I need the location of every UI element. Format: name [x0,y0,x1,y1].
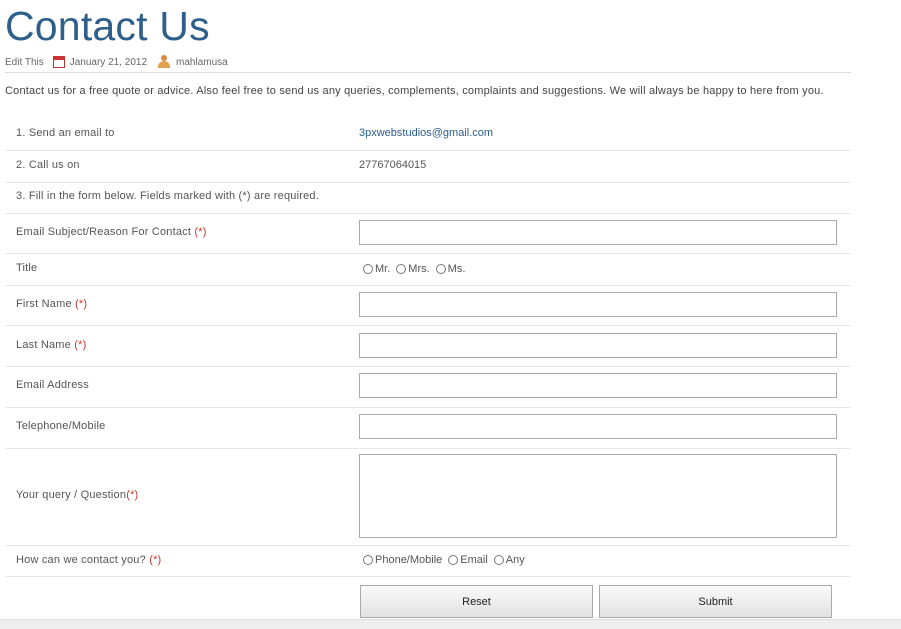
form-note-row: 3. Fill in the form below. Fields marked… [5,183,851,214]
phone-number: 27767064015 [359,159,427,171]
required-marker: (*) [75,298,88,310]
radio-icon[interactable] [493,555,504,565]
query-textarea[interactable] [359,454,837,538]
post-author[interactable]: mahlamusa [176,57,228,68]
query-label: Your query / Question(*) [16,489,138,501]
required-marker: (*) [194,226,207,238]
contact-method-label-text: How can we contact you? [16,554,150,566]
title-option-label: Mr. [375,263,391,275]
query-row: Your query / Question(*) [5,449,851,546]
contact-option-any[interactable]: Any [493,554,525,566]
submit-button[interactable]: Submit [599,585,832,618]
user-icon [157,55,171,69]
subject-label-text: Email Subject/Reason For Contact [16,226,195,238]
reset-button[interactable]: Reset [360,585,593,618]
email-link[interactable]: 3pxwebstudios@gmail.com [359,127,493,139]
query-label-text: Your query / Question [16,489,127,501]
title-row: Title Mr. Mrs. Ms. [5,254,851,286]
title-option-label: Mrs. [408,263,430,275]
contact-radio-group: Phone/Mobile Email Any [363,554,531,566]
form-note: 3. Fill in the form below. Fields marked… [16,190,319,202]
last-name-label: Last Name (*) [16,339,86,351]
telephone-row: Telephone/Mobile [5,408,851,449]
last-name-label-text: Last Name [16,339,75,351]
subject-input[interactable] [359,220,837,245]
required-marker: (*) [74,339,87,351]
title-label: Title [16,262,38,274]
first-name-label: First Name (*) [16,298,87,310]
email-row: Email Address [5,367,851,408]
phone-info-label: 2. Call us on [16,159,80,171]
title-option-label: Ms. [447,263,466,275]
last-name-input[interactable] [359,333,837,358]
first-name-label-text: First Name [16,298,76,310]
radio-icon[interactable] [396,264,407,274]
contact-option-label: Any [505,554,525,566]
divider [5,72,851,73]
radio-icon[interactable] [435,264,446,274]
title-option-mrs[interactable]: Mrs. [396,263,430,275]
contact-method-label: How can we contact you? (*) [16,554,161,566]
page-title: Contact Us [5,3,210,49]
subject-label: Email Subject/Reason For Contact (*) [16,226,207,238]
intro-text: Contact us for a free quote or advice. A… [5,85,824,97]
last-name-row: Last Name (*) [5,326,851,367]
email-info-label: 1. Send an email to [16,127,115,139]
post-date: January 21, 2012 [69,56,148,68]
edit-link[interactable]: Edit This [5,57,44,68]
telephone-input[interactable] [359,414,837,439]
required-marker: (*) [126,489,139,501]
first-name-row: First Name (*) [5,286,851,326]
phone-info-row: 2. Call us on 27767064015 [5,151,851,183]
email-input[interactable] [359,373,837,398]
radio-icon[interactable] [363,555,373,565]
required-marker: (*) [149,554,162,566]
contact-option-label: Email [460,554,488,566]
radio-icon[interactable] [448,555,459,565]
contact-option-phone[interactable]: Phone/Mobile [363,554,442,566]
email-info-row: 1. Send an email to 3pxwebstudios@gmail.… [5,118,851,151]
subject-row: Email Subject/Reason For Contact (*) [5,214,851,254]
title-radio-group: Mr. Mrs. Ms. [363,263,471,275]
calendar-icon [52,56,65,68]
post-meta: Edit This January 21, 2012 mahlamusa [5,55,228,69]
title-option-mr[interactable]: Mr. [363,263,390,275]
first-name-input[interactable] [359,292,837,317]
contact-option-email[interactable]: Email [448,554,488,566]
telephone-label: Telephone/Mobile [16,420,106,432]
title-option-ms[interactable]: Ms. [435,263,466,275]
contact-option-label: Phone/Mobile [375,554,443,566]
contact-method-row: How can we contact you? (*) Phone/Mobile… [5,546,851,577]
radio-icon[interactable] [363,264,373,274]
email-address-label: Email Address [16,379,89,391]
